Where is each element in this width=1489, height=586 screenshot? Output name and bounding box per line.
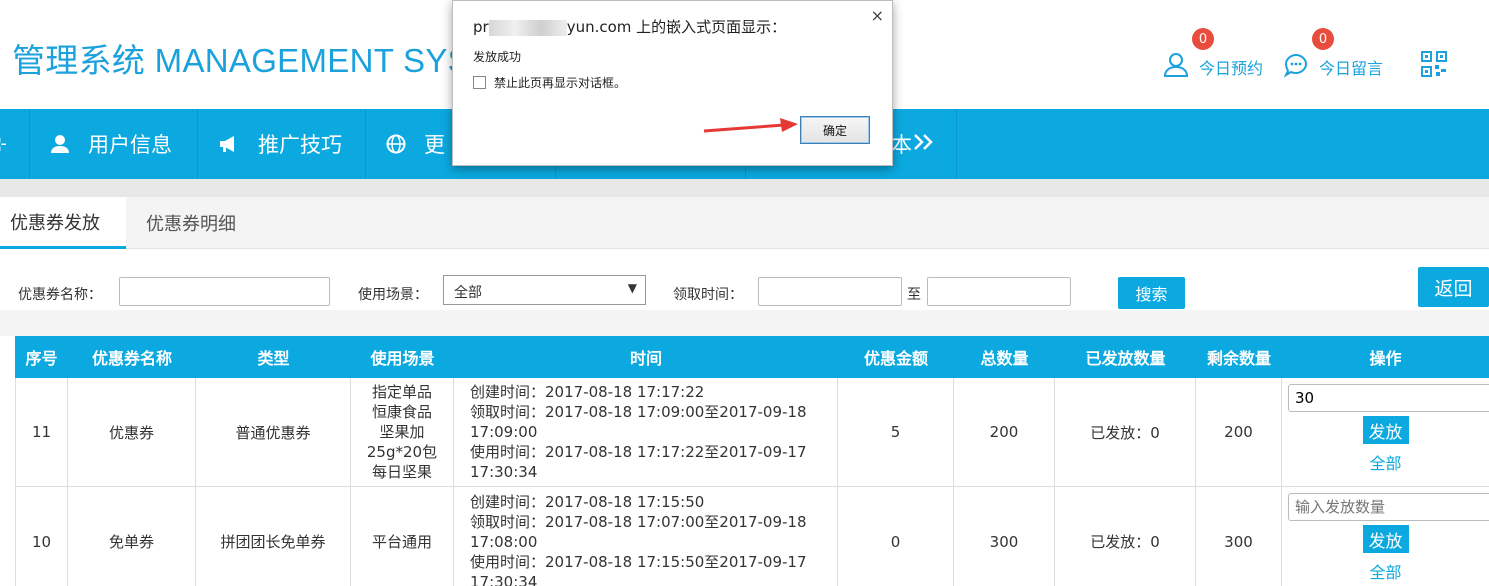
nav-item-user-info[interactable]: 用户信息 (30, 109, 198, 179)
cell-amount: 0 (838, 487, 954, 586)
close-icon[interactable]: × (871, 6, 884, 25)
cell-time: 创建时间：2017-08-18 17:17:22 领取时间：2017-08-18… (454, 378, 838, 486)
use-time: 使用时间：2017-08-18 17:15:50至2017-09-17 17:3… (470, 553, 807, 586)
col-header: 剩余数量 (1206, 349, 1271, 368)
app-logo: 管理系统 MANAGEMENT SYS (12, 42, 470, 79)
cell-actions: 发放 全部 (1282, 378, 1489, 486)
col-header: 类型 (257, 349, 290, 368)
user-icon (50, 134, 70, 154)
dialog-title: pr yun.com 上的嵌入式页面显示： (473, 16, 786, 37)
redacted-domain (488, 19, 567, 36)
cell-time: 创建时间：2017-08-18 17:15:50 领取时间：2017-08-18… (454, 487, 838, 586)
cell-scene: 指定单品 恒康食品 坚果加 25g*20包 每日坚果 (351, 378, 454, 486)
cell-type: 拼团团长免单券 (196, 487, 351, 586)
reservations-label: 今日预约 (1199, 59, 1264, 78)
red-arrow-annotation (703, 118, 798, 133)
qr-code-icon[interactable] (1421, 51, 1447, 77)
cell-total: 200 (954, 378, 1055, 486)
nav-partial-icon: ⊹ (0, 134, 7, 155)
today-messages-link[interactable]: 0 今日留言 (1283, 28, 1384, 82)
col-header: 使用场景 (370, 349, 435, 368)
messages-label: 今日留言 (1319, 59, 1384, 78)
cell-remaining: 300 (1196, 487, 1282, 586)
search-button[interactable]: 搜索 (1118, 277, 1185, 309)
dropdown-arrow-icon: ▼ (627, 281, 637, 295)
cell-actions: 发放 全部 (1282, 487, 1489, 586)
today-reservations-link[interactable]: 0 今日预约 (1163, 28, 1264, 82)
receive-time-label: 领取时间： (673, 287, 743, 303)
coupon-name-label: 优惠券名称： (18, 287, 102, 303)
nav-label: 推广技巧 (258, 133, 342, 157)
megaphone-icon (218, 134, 240, 154)
table-row: 11 优惠券 普通优惠券 指定单品 恒康食品 坚果加 25g*20包 每日坚果 … (15, 378, 1489, 487)
cell-name: 免单券 (68, 487, 196, 586)
dialog-title-prefix: pr (473, 18, 489, 36)
globe-icon (386, 134, 406, 154)
col-header: 操作 (1369, 349, 1402, 368)
issue-quantity-input[interactable] (1288, 493, 1489, 521)
cell-amount: 5 (838, 378, 954, 486)
table-header: 序号 优惠券名称 类型 使用场景 时间 优惠金额 总数量 已发放数量 剩余数量 … (15, 336, 1489, 378)
scene-select[interactable]: 全部 ▼ (443, 275, 646, 305)
scene-label: 使用场景： (358, 287, 428, 303)
nav-item-promo-tips[interactable]: 推广技巧 (198, 109, 366, 179)
ok-button[interactable]: 确定 (800, 116, 870, 144)
nav-label: 更 (424, 133, 445, 157)
col-header: 序号 (25, 349, 58, 368)
alert-dialog: pr yun.com 上的嵌入式页面显示： × 发放成功 禁止此页再显示对话框。 … (452, 0, 893, 166)
checkbox-label: 禁止此页再显示对话框。 (494, 76, 627, 90)
time-to-label: 至 (907, 287, 921, 303)
back-button[interactable]: 返回 (1418, 267, 1489, 307)
issue-all-link[interactable]: 全部 (1369, 559, 1401, 583)
nav-divider (0, 179, 1489, 197)
dialog-message: 发放成功 (473, 50, 522, 64)
cell-scene: 平台通用 (351, 487, 454, 586)
cell-id: 11 (15, 378, 68, 486)
receive-start-input[interactable] (758, 277, 902, 306)
coupon-name-input[interactable] (119, 277, 330, 306)
tab-coupon-issue[interactable]: 优惠券发放 (0, 197, 126, 249)
cell-remaining: 200 (1196, 378, 1282, 486)
col-header: 优惠金额 (863, 349, 928, 368)
use-time: 使用时间：2017-08-18 17:17:22至2017-09-17 17:3… (470, 443, 807, 481)
messages-badge: 0 (1312, 28, 1334, 50)
table-row: 10 免单券 拼团团长免单券 平台通用 创建时间：2017-08-18 17:1… (15, 487, 1489, 586)
cell-id: 10 (15, 487, 68, 586)
dialog-title-suffix: yun.com 上的嵌入式页面显示： (566, 18, 787, 36)
user-outline-icon (1163, 52, 1189, 82)
checkbox-box[interactable] (473, 76, 486, 89)
col-header: 优惠券名称 (91, 349, 172, 368)
suppress-dialogs-checkbox[interactable]: 禁止此页再显示对话框。 (473, 74, 626, 91)
reservations-badge: 0 (1192, 28, 1214, 50)
filter-bar: 优惠券名称： 使用场景： 全部 ▼ 领取时间： 至 搜索 返回 (0, 262, 1489, 310)
col-header: 总数量 (980, 349, 1029, 368)
scene-select-value: 全部 (454, 285, 482, 301)
issue-quantity-input[interactable] (1288, 384, 1489, 412)
chat-bubble-icon (1283, 52, 1309, 82)
nav-item-partial[interactable]: ⊹ (0, 109, 30, 179)
cell-name: 优惠券 (68, 378, 196, 486)
issue-button[interactable]: 发放 (1362, 416, 1409, 444)
cell-type: 普通优惠券 (196, 378, 351, 486)
tab-coupon-detail[interactable]: 优惠券明细 (146, 197, 266, 249)
issue-all-link[interactable]: 全部 (1369, 450, 1401, 474)
col-header: 已发放数量 (1085, 349, 1166, 368)
issue-button[interactable]: 发放 (1362, 525, 1409, 553)
section-divider (0, 310, 1489, 336)
created-time: 创建时间：2017-08-18 17:17:22 (470, 383, 705, 401)
cell-issued: 已发放：0 (1055, 378, 1196, 486)
tab-bar: 优惠券发放 优惠券明细 (0, 197, 1489, 249)
nav-label: 用户信息 (88, 133, 172, 157)
receive-time: 领取时间：2017-08-18 17:09:00至2017-09-18 17:0… (470, 403, 807, 441)
cell-issued: 已发放：0 (1055, 487, 1196, 586)
receive-time: 领取时间：2017-08-18 17:07:00至2017-09-18 17:0… (470, 513, 807, 551)
double-chevron-right-icon (912, 132, 936, 157)
created-time: 创建时间：2017-08-18 17:15:50 (470, 493, 705, 511)
cell-total: 300 (954, 487, 1055, 586)
col-header: 时间 (629, 349, 662, 368)
receive-end-input[interactable] (927, 277, 1071, 306)
nav-label: 本 (891, 133, 912, 157)
